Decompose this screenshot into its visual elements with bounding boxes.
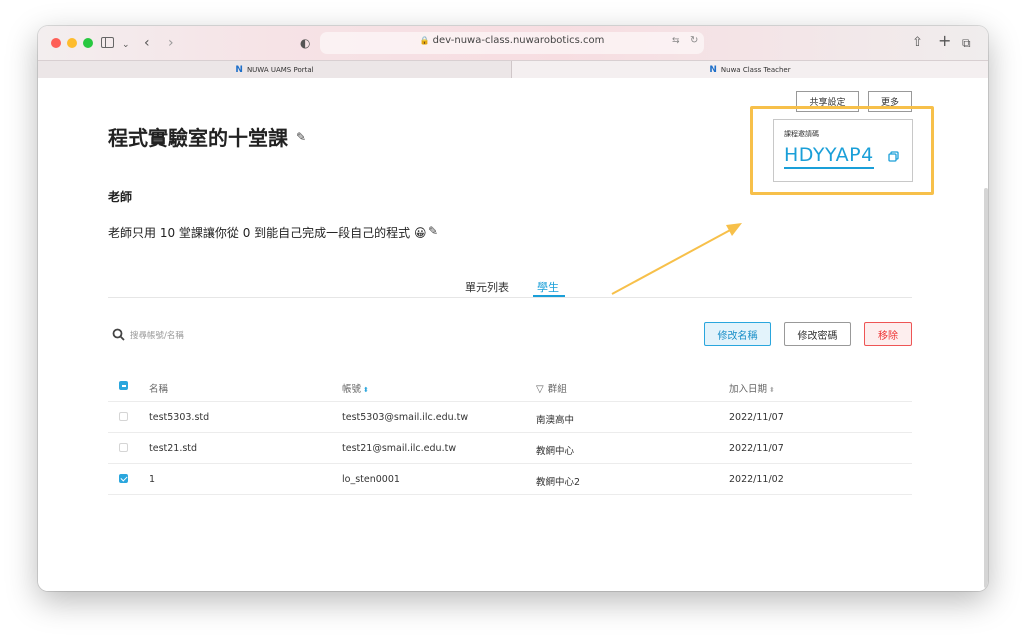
student-group: 教網中心2 — [536, 477, 581, 488]
active-tab-indicator — [533, 295, 565, 297]
search-box[interactable]: 搜尋帳號/名稱 — [112, 328, 184, 341]
minimize-window-button[interactable] — [67, 38, 77, 48]
column-header-name[interactable]: 名稱 — [149, 381, 168, 395]
invite-code-label: 課程邀請碼 — [784, 130, 819, 138]
search-input[interactable]: 搜尋帳號/名稱 — [130, 329, 184, 341]
sort-icon[interactable]: ⬍ — [769, 386, 775, 394]
student-account: test21@smail.ilc.edu.tw — [342, 443, 457, 454]
page-title: 程式實驗室的十堂課 — [108, 126, 288, 150]
tab-label: Nuwa Class Teacher — [720, 65, 791, 74]
row-checkbox[interactable] — [119, 474, 128, 483]
rename-button[interactable]: 修改名稱 — [704, 322, 771, 346]
content-tabs: 單元列表 學生 — [108, 274, 912, 298]
student-name: 1 — [149, 474, 156, 485]
sidebar-toggle-icon[interactable] — [101, 37, 114, 48]
browser-tab-bar: N NUWA UAMS Portal N Nuwa Class Teacher — [38, 60, 988, 78]
nuwa-logo-icon: N — [709, 64, 717, 75]
teacher-label: 老師 — [108, 190, 133, 204]
tab-nuwa-uams-portal[interactable]: N NUWA UAMS Portal — [38, 61, 512, 78]
column-header-group[interactable]: ▽ 群組 — [536, 381, 567, 395]
reload-icon[interactable]: ↻ — [690, 35, 698, 46]
close-window-button[interactable] — [51, 38, 61, 48]
table-header-row: 名稱 帳號 ⬍ ▽ 群組 加入日期 ⬍ — [108, 371, 912, 402]
tab-students[interactable]: 學生 — [537, 279, 559, 295]
new-tab-plus-icon[interactable]: + — [938, 32, 951, 50]
select-all-checkbox[interactable] — [119, 381, 128, 390]
course-description: 老師只用 10 堂課讓你從 0 到能自己完成一段自己的程式 😀 — [108, 226, 427, 240]
nuwa-logo-icon: N — [235, 64, 243, 75]
share-icon[interactable]: ⇧ — [912, 34, 923, 52]
browser-toolbar: ⌄ ‹ › ◐ 🔒 dev-nuwa-class.nuwarobotics.com… — [38, 26, 988, 60]
student-account: test5303@smail.ilc.edu.tw — [342, 412, 469, 423]
back-arrow-icon[interactable]: ‹ — [144, 34, 150, 52]
student-group: 南澳高中 — [536, 415, 575, 426]
row-checkbox[interactable] — [119, 412, 128, 421]
table-row[interactable]: test5303.std test5303@smail.ilc.edu.tw 南… — [108, 402, 912, 433]
student-name: test5303.std — [149, 412, 210, 423]
scrollbar[interactable] — [984, 188, 988, 588]
column-header-account[interactable]: 帳號 ⬍ — [342, 381, 369, 395]
page-content: 共享設定 更多 程式實驗室的十堂課 ✎ 老師 老師只用 10 堂課讓你從 0 到… — [38, 78, 988, 591]
browser-window: ⌄ ‹ › ◐ 🔒 dev-nuwa-class.nuwarobotics.com… — [38, 26, 988, 591]
copy-icon[interactable] — [888, 151, 899, 162]
table-row[interactable]: 1 lo_sten0001 教網中心2 2022/11/02 — [108, 464, 912, 495]
column-header-date[interactable]: 加入日期 ⬍ — [729, 381, 775, 395]
translate-icon[interactable]: ⇆ — [672, 36, 680, 46]
remove-button[interactable]: 移除 — [864, 322, 912, 346]
invite-code-card: 課程邀請碼 HDYYAP4 — [773, 119, 913, 182]
row-checkbox[interactable] — [119, 443, 128, 452]
student-name: test21.std — [149, 443, 198, 454]
url-text: dev-nuwa-class.nuwarobotics.com — [432, 35, 605, 46]
lock-icon: 🔒 — [419, 36, 430, 45]
edit-description-pencil-icon[interactable]: ✎ — [428, 224, 438, 238]
table-row[interactable]: test21.std test21@smail.ilc.edu.tw 教網中心 … — [108, 433, 912, 464]
address-bar[interactable]: 🔒 dev-nuwa-class.nuwarobotics.com ⇆ ↻ — [320, 32, 704, 54]
shield-privacy-icon[interactable]: ◐ — [300, 34, 310, 52]
tab-label: NUWA UAMS Portal — [246, 65, 314, 74]
change-password-button[interactable]: 修改密碼 — [784, 322, 851, 346]
tab-nuwa-class-teacher[interactable]: N Nuwa Class Teacher — [512, 61, 988, 78]
edit-title-pencil-icon[interactable]: ✎ — [296, 130, 306, 144]
forward-arrow-icon[interactable]: › — [168, 34, 174, 52]
tab-overview-icon[interactable]: ⧉ — [962, 34, 971, 52]
sort-icon[interactable]: ⬍ — [363, 386, 369, 394]
zoom-window-button[interactable] — [83, 38, 93, 48]
student-group: 教網中心 — [536, 446, 575, 457]
filter-icon[interactable]: ▽ — [536, 384, 544, 395]
student-join-date: 2022/11/07 — [729, 443, 784, 454]
invite-code-value[interactable]: HDYYAP4 — [784, 144, 874, 169]
chevron-down-icon[interactable]: ⌄ — [122, 36, 130, 54]
student-join-date: 2022/11/02 — [729, 474, 784, 485]
tab-units[interactable]: 單元列表 — [465, 279, 509, 295]
student-account: lo_sten0001 — [342, 474, 400, 485]
search-icon — [112, 328, 125, 341]
student-join-date: 2022/11/07 — [729, 412, 784, 423]
